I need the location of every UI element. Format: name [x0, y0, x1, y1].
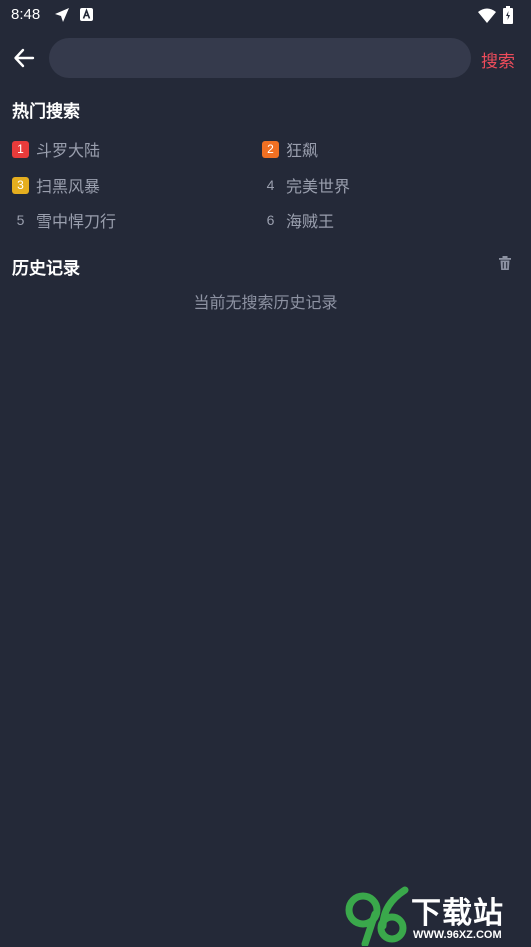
- hot-search-label: 雪中悍刀行: [36, 212, 117, 231]
- a-notification-icon: [80, 8, 93, 21]
- watermark-brand: 下载站: [411, 896, 504, 931]
- rank-number: 5: [16, 212, 25, 228]
- search-bar: 搜索: [0, 36, 531, 80]
- status-bar: 8:48: [0, 0, 531, 32]
- search-button[interactable]: 搜索: [481, 47, 515, 72]
- battery-icon: [503, 6, 513, 24]
- rank-badge: 1: [12, 140, 29, 158]
- hot-search-title: 热门搜索: [12, 102, 80, 122]
- wifi-icon: [478, 8, 496, 23]
- rank-number: 6: [266, 212, 275, 228]
- hot-search-label: 海贼王: [286, 212, 335, 231]
- hot-search-item-4[interactable]: 4 完美世界: [262, 174, 350, 196]
- hot-search-label: 斗罗大陆: [36, 141, 101, 160]
- location-arrow-icon: [55, 8, 69, 22]
- hot-search-item-2[interactable]: 2 狂飙: [262, 138, 318, 160]
- arrow-left-icon: [14, 48, 35, 68]
- hot-search-label: 狂飙: [286, 141, 319, 160]
- hot-search-item-6[interactable]: 6 海贼王: [262, 209, 334, 231]
- hot-search-item-3[interactable]: 3 扫黑风暴: [12, 174, 100, 196]
- hot-search-label: 扫黑风暴: [36, 177, 101, 196]
- search-input[interactable]: [49, 38, 471, 78]
- trash-icon[interactable]: [497, 255, 513, 271]
- hot-search-item-1[interactable]: 1 斗罗大陆: [12, 138, 100, 160]
- hot-search-label: 完美世界: [286, 177, 351, 196]
- rank-badge: 3: [12, 176, 29, 194]
- status-time: 8:48: [11, 6, 41, 23]
- rank-badge: 2: [262, 140, 279, 158]
- rank-number: 4: [266, 177, 275, 193]
- history-title: 历史记录: [12, 259, 80, 279]
- back-button[interactable]: [8, 42, 40, 74]
- watermark-url: WWW.96XZ.COM: [413, 929, 502, 941]
- hot-search-item-5[interactable]: 5 雪中悍刀行: [12, 209, 116, 231]
- history-empty-text: 当前无搜索历史记录: [193, 293, 338, 312]
